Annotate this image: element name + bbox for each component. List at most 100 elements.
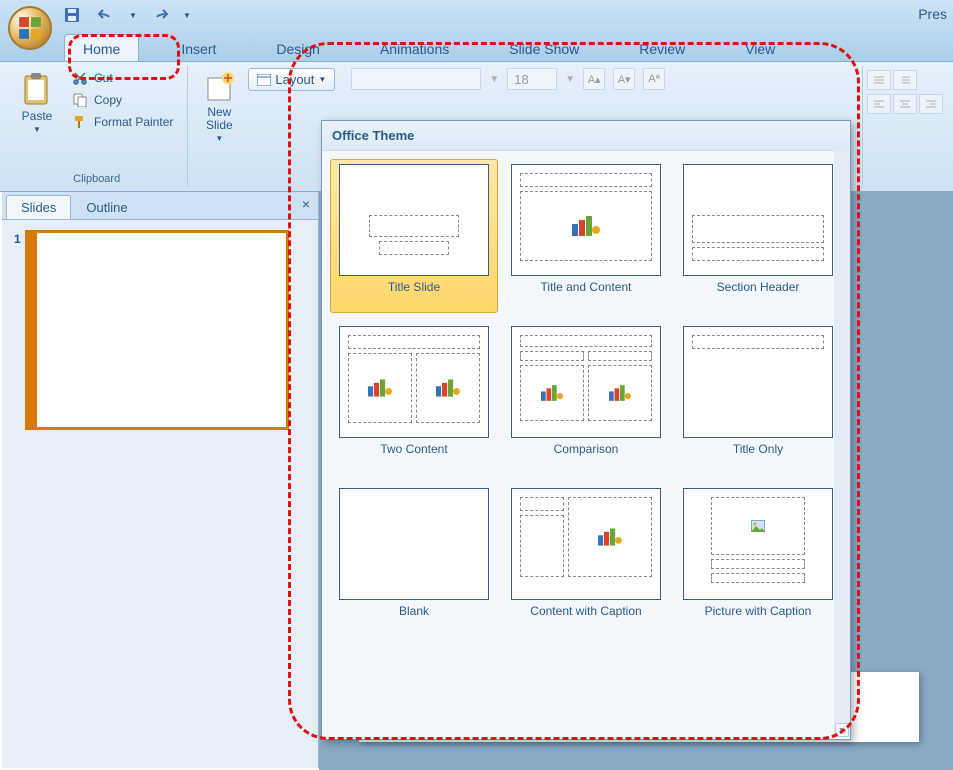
ribbon-tab-slideshow[interactable]: Slide Show — [491, 35, 597, 61]
paste-button[interactable]: Paste ▼ — [14, 68, 60, 138]
layout-item-comparison[interactable]: Comparison — [502, 321, 670, 475]
office-button[interactable] — [8, 6, 52, 50]
layout-item-label: Two Content — [380, 438, 447, 470]
format-painter-icon — [72, 114, 88, 130]
layout-thumb — [511, 326, 661, 438]
layout-thumb — [683, 488, 833, 600]
ribbon-tab-design[interactable]: Design — [258, 35, 338, 61]
content-placeholder-icon — [541, 385, 563, 401]
clear-format-button[interactable]: Aª — [643, 68, 665, 90]
panel-close-button[interactable]: × — [302, 196, 310, 212]
align-right-button[interactable] — [919, 94, 943, 114]
layout-item-label: Title Slide — [388, 276, 440, 308]
layout-item-label: Title Only — [733, 438, 783, 470]
content-placeholder-icon — [571, 215, 601, 237]
redo-button[interactable] — [148, 3, 172, 27]
layout-item-picture-caption[interactable]: Picture with Caption — [674, 483, 842, 637]
slide-thumbnail[interactable] — [27, 232, 287, 428]
grow-font-icon: A▴ — [588, 73, 601, 86]
gallery-scrollbar[interactable]: ▼ — [834, 149, 850, 737]
layout-gallery-dropdown: Office Theme Title Slide Title and Conte… — [321, 120, 851, 740]
layout-item-title-content[interactable]: Title and Content — [502, 159, 670, 313]
slide-number: 1 — [14, 232, 21, 246]
office-logo-icon — [17, 15, 43, 41]
ribbon-tab-review[interactable]: Review — [621, 35, 703, 61]
save-button[interactable] — [60, 3, 84, 27]
copy-label: Copy — [94, 93, 122, 107]
new-slide-label: New Slide — [206, 106, 233, 132]
gallery-body: Title Slide Title and Content Section He… — [322, 151, 850, 645]
align-right-icon — [924, 98, 938, 110]
layout-item-two-content[interactable]: Two Content — [330, 321, 498, 475]
layout-item-content-caption[interactable]: Content with Caption — [502, 483, 670, 637]
ribbon-tab-view[interactable]: View — [727, 35, 793, 61]
redo-icon — [151, 7, 169, 23]
chevron-down-icon: ▼ — [33, 125, 41, 134]
layout-button[interactable]: Layout ▼ — [248, 68, 335, 91]
bullets-icon — [872, 74, 886, 86]
font-size-combo[interactable]: 18 — [507, 68, 557, 90]
copy-button[interactable]: Copy — [66, 90, 179, 110]
ribbon-group-clipboard: Paste ▼ Cut Copy — [6, 66, 188, 187]
layout-item-label: Content with Caption — [530, 600, 641, 632]
layout-item-label: Title and Content — [541, 276, 632, 308]
layout-thumb — [339, 164, 489, 276]
layout-thumb — [683, 326, 833, 438]
slides-outline-panel: Slides Outline × 1 — [2, 192, 319, 768]
font-name-combo[interactable] — [351, 68, 481, 90]
bullets-button[interactable] — [867, 70, 891, 90]
layout-item-section-header[interactable]: Section Header — [674, 159, 842, 313]
quick-access-toolbar: ▼ ▼ — [60, 3, 192, 27]
ribbon-tab-home[interactable]: Home — [64, 34, 139, 61]
layout-item-blank[interactable]: Blank — [330, 483, 498, 637]
ribbon-tab-insert[interactable]: Insert — [163, 35, 234, 61]
picture-icon — [751, 520, 765, 532]
align-left-button[interactable] — [867, 94, 891, 114]
panel-tab-slides[interactable]: Slides — [6, 195, 71, 219]
grow-font-button[interactable]: A▴ — [583, 68, 605, 90]
ribbon-tab-animations[interactable]: Animations — [362, 35, 467, 61]
cut-icon — [72, 70, 88, 86]
save-icon — [64, 7, 80, 23]
paste-label: Paste — [22, 110, 53, 123]
slide-thumbnails: 1 — [2, 220, 318, 440]
layout-thumb — [511, 488, 661, 600]
shrink-font-button[interactable]: A▾ — [613, 68, 635, 90]
shrink-font-icon: A▾ — [618, 73, 631, 86]
window-title: Pres — [918, 6, 947, 22]
undo-icon — [97, 7, 115, 23]
format-painter-label: Format Painter — [94, 115, 173, 129]
layout-item-title-slide[interactable]: Title Slide — [330, 159, 498, 313]
layout-thumb — [339, 326, 489, 438]
chevron-down-icon: ▼ — [215, 134, 223, 143]
cut-button[interactable]: Cut — [66, 68, 179, 88]
content-placeholder-icon — [368, 379, 392, 397]
undo-dropdown[interactable]: ▼ — [128, 3, 138, 27]
slide-thumb-1[interactable]: 1 — [14, 232, 306, 428]
gallery-header: Office Theme — [322, 121, 850, 151]
ribbon-group-paragraph — [863, 66, 947, 187]
scroll-down-button[interactable]: ▼ — [835, 723, 849, 737]
cut-label: Cut — [94, 71, 113, 85]
format-painter-button[interactable]: Format Painter — [66, 112, 179, 132]
layout-label: Layout — [275, 72, 314, 87]
content-placeholder-icon — [598, 528, 622, 546]
layout-thumb — [683, 164, 833, 276]
layout-thumb — [511, 164, 661, 276]
layout-item-label: Section Header — [717, 276, 800, 308]
ribbon-tabs: Home Insert Design Animations Slide Show… — [0, 30, 953, 62]
align-left-icon — [872, 98, 886, 110]
new-slide-button[interactable]: New Slide ▼ — [196, 68, 242, 147]
numbering-button[interactable] — [893, 70, 917, 90]
align-center-button[interactable] — [893, 94, 917, 114]
numbering-icon — [898, 74, 912, 86]
chevron-down-icon: ▼ — [318, 75, 326, 84]
undo-button[interactable] — [94, 3, 118, 27]
layout-icon — [257, 74, 271, 86]
clear-format-icon: Aª — [648, 73, 659, 85]
panel-tab-outline[interactable]: Outline — [71, 195, 142, 219]
layout-item-title-only[interactable]: Title Only — [674, 321, 842, 475]
qat-customize-dropdown[interactable]: ▼ — [182, 3, 192, 27]
clipboard-group-label: Clipboard — [14, 171, 179, 185]
layout-item-label: Picture with Caption — [705, 600, 812, 632]
